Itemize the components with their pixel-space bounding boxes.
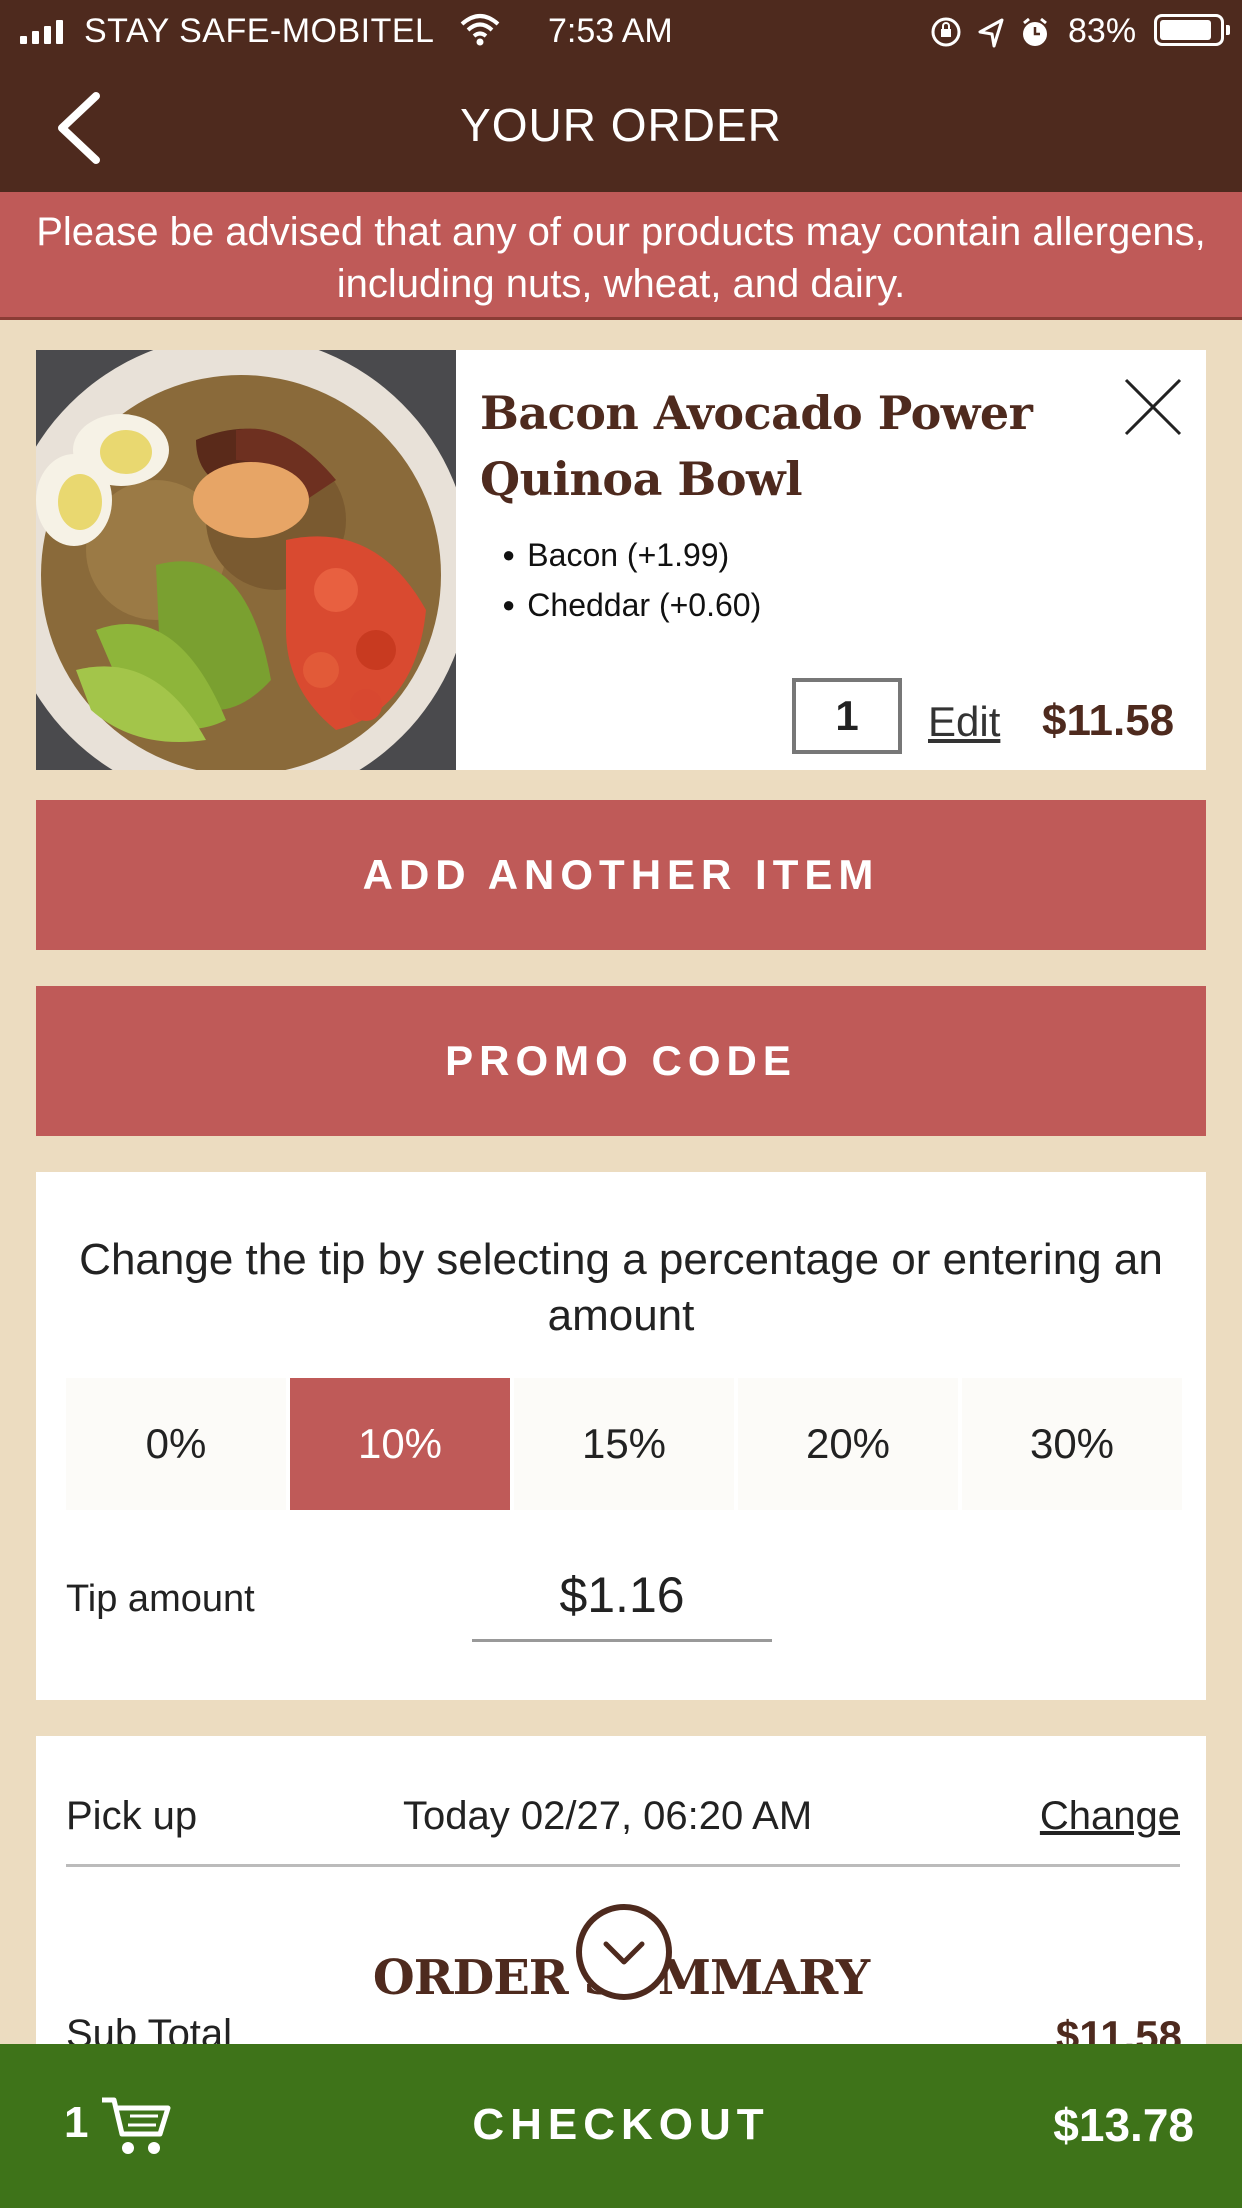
- battery-percent: 83%: [1068, 12, 1137, 50]
- wifi-icon: [460, 14, 500, 46]
- status-icons: [931, 17, 1047, 48]
- item-modifiers: Bacon (+1.99) Cheddar (+0.60): [502, 530, 761, 630]
- battery-icon: [1154, 14, 1230, 46]
- remove-item-close-icon[interactable]: [1122, 376, 1184, 438]
- signal-icon: [20, 20, 63, 44]
- quantity-field[interactable]: 1: [792, 678, 902, 754]
- item-name: Bacon Avocado Power Quinoa Bowl: [480, 386, 1033, 506]
- tip-amount-label: Tip amount: [66, 1578, 255, 1620]
- add-another-item-button[interactable]: ADD ANOTHER ITEM: [36, 800, 1206, 950]
- tip-amount-input[interactable]: $1.16: [472, 1566, 772, 1642]
- tip-option-10[interactable]: 10%: [290, 1378, 510, 1510]
- item-photo: [36, 350, 456, 770]
- alarm-icon: [1023, 17, 1047, 46]
- tip-option-15[interactable]: 15%: [514, 1378, 734, 1510]
- status-bar: STAY SAFE-MOBITEL 7:53 AM 83%: [0, 0, 1242, 64]
- page-title: YOUR ORDER: [460, 99, 782, 151]
- checkout-total: $13.78: [1053, 2099, 1194, 2151]
- tip-options: 0% 10% 15% 20% 30%: [66, 1378, 1182, 1510]
- item-price: $11.58: [1042, 696, 1175, 745]
- carrier-name: STAY SAFE-MOBITEL: [84, 12, 435, 50]
- tip-option-30[interactable]: 30%: [962, 1378, 1182, 1510]
- allergen-notice: Please be advised that any of our produc…: [0, 192, 1242, 320]
- pickup-label: Pick up: [66, 1794, 198, 1838]
- modifier-cheddar: Cheddar (+0.60): [502, 580, 761, 630]
- tip-card: Change the tip by selecting a percentage…: [36, 1172, 1206, 1700]
- chevron-down-icon[interactable]: [576, 1904, 672, 2000]
- promo-code-button[interactable]: PROMO CODE: [36, 986, 1206, 1136]
- divider: [66, 1864, 1180, 1867]
- pickup-time: Today 02/27, 06:20 AM: [403, 1794, 813, 1838]
- checkout-bar[interactable]: 1 CHECKOUT $13.78: [0, 2044, 1242, 2208]
- tip-option-0[interactable]: 0%: [66, 1378, 286, 1510]
- clock: 7:53 AM: [548, 12, 673, 50]
- nav-bar: YOUR ORDER: [0, 64, 1242, 192]
- edit-item-link[interactable]: Edit: [928, 698, 1000, 746]
- order-item-card: Bacon Avocado Power Quinoa Bowl Bacon (+…: [36, 350, 1206, 770]
- orientation-lock-icon: [931, 17, 961, 47]
- tip-option-20[interactable]: 20%: [738, 1378, 958, 1510]
- location-icon: [978, 18, 1004, 48]
- change-pickup-link[interactable]: Change: [1040, 1794, 1180, 1839]
- modifier-bacon: Bacon (+1.99): [502, 530, 761, 580]
- tip-instruction: Change the tip by selecting a percentage…: [79, 1235, 1163, 1340]
